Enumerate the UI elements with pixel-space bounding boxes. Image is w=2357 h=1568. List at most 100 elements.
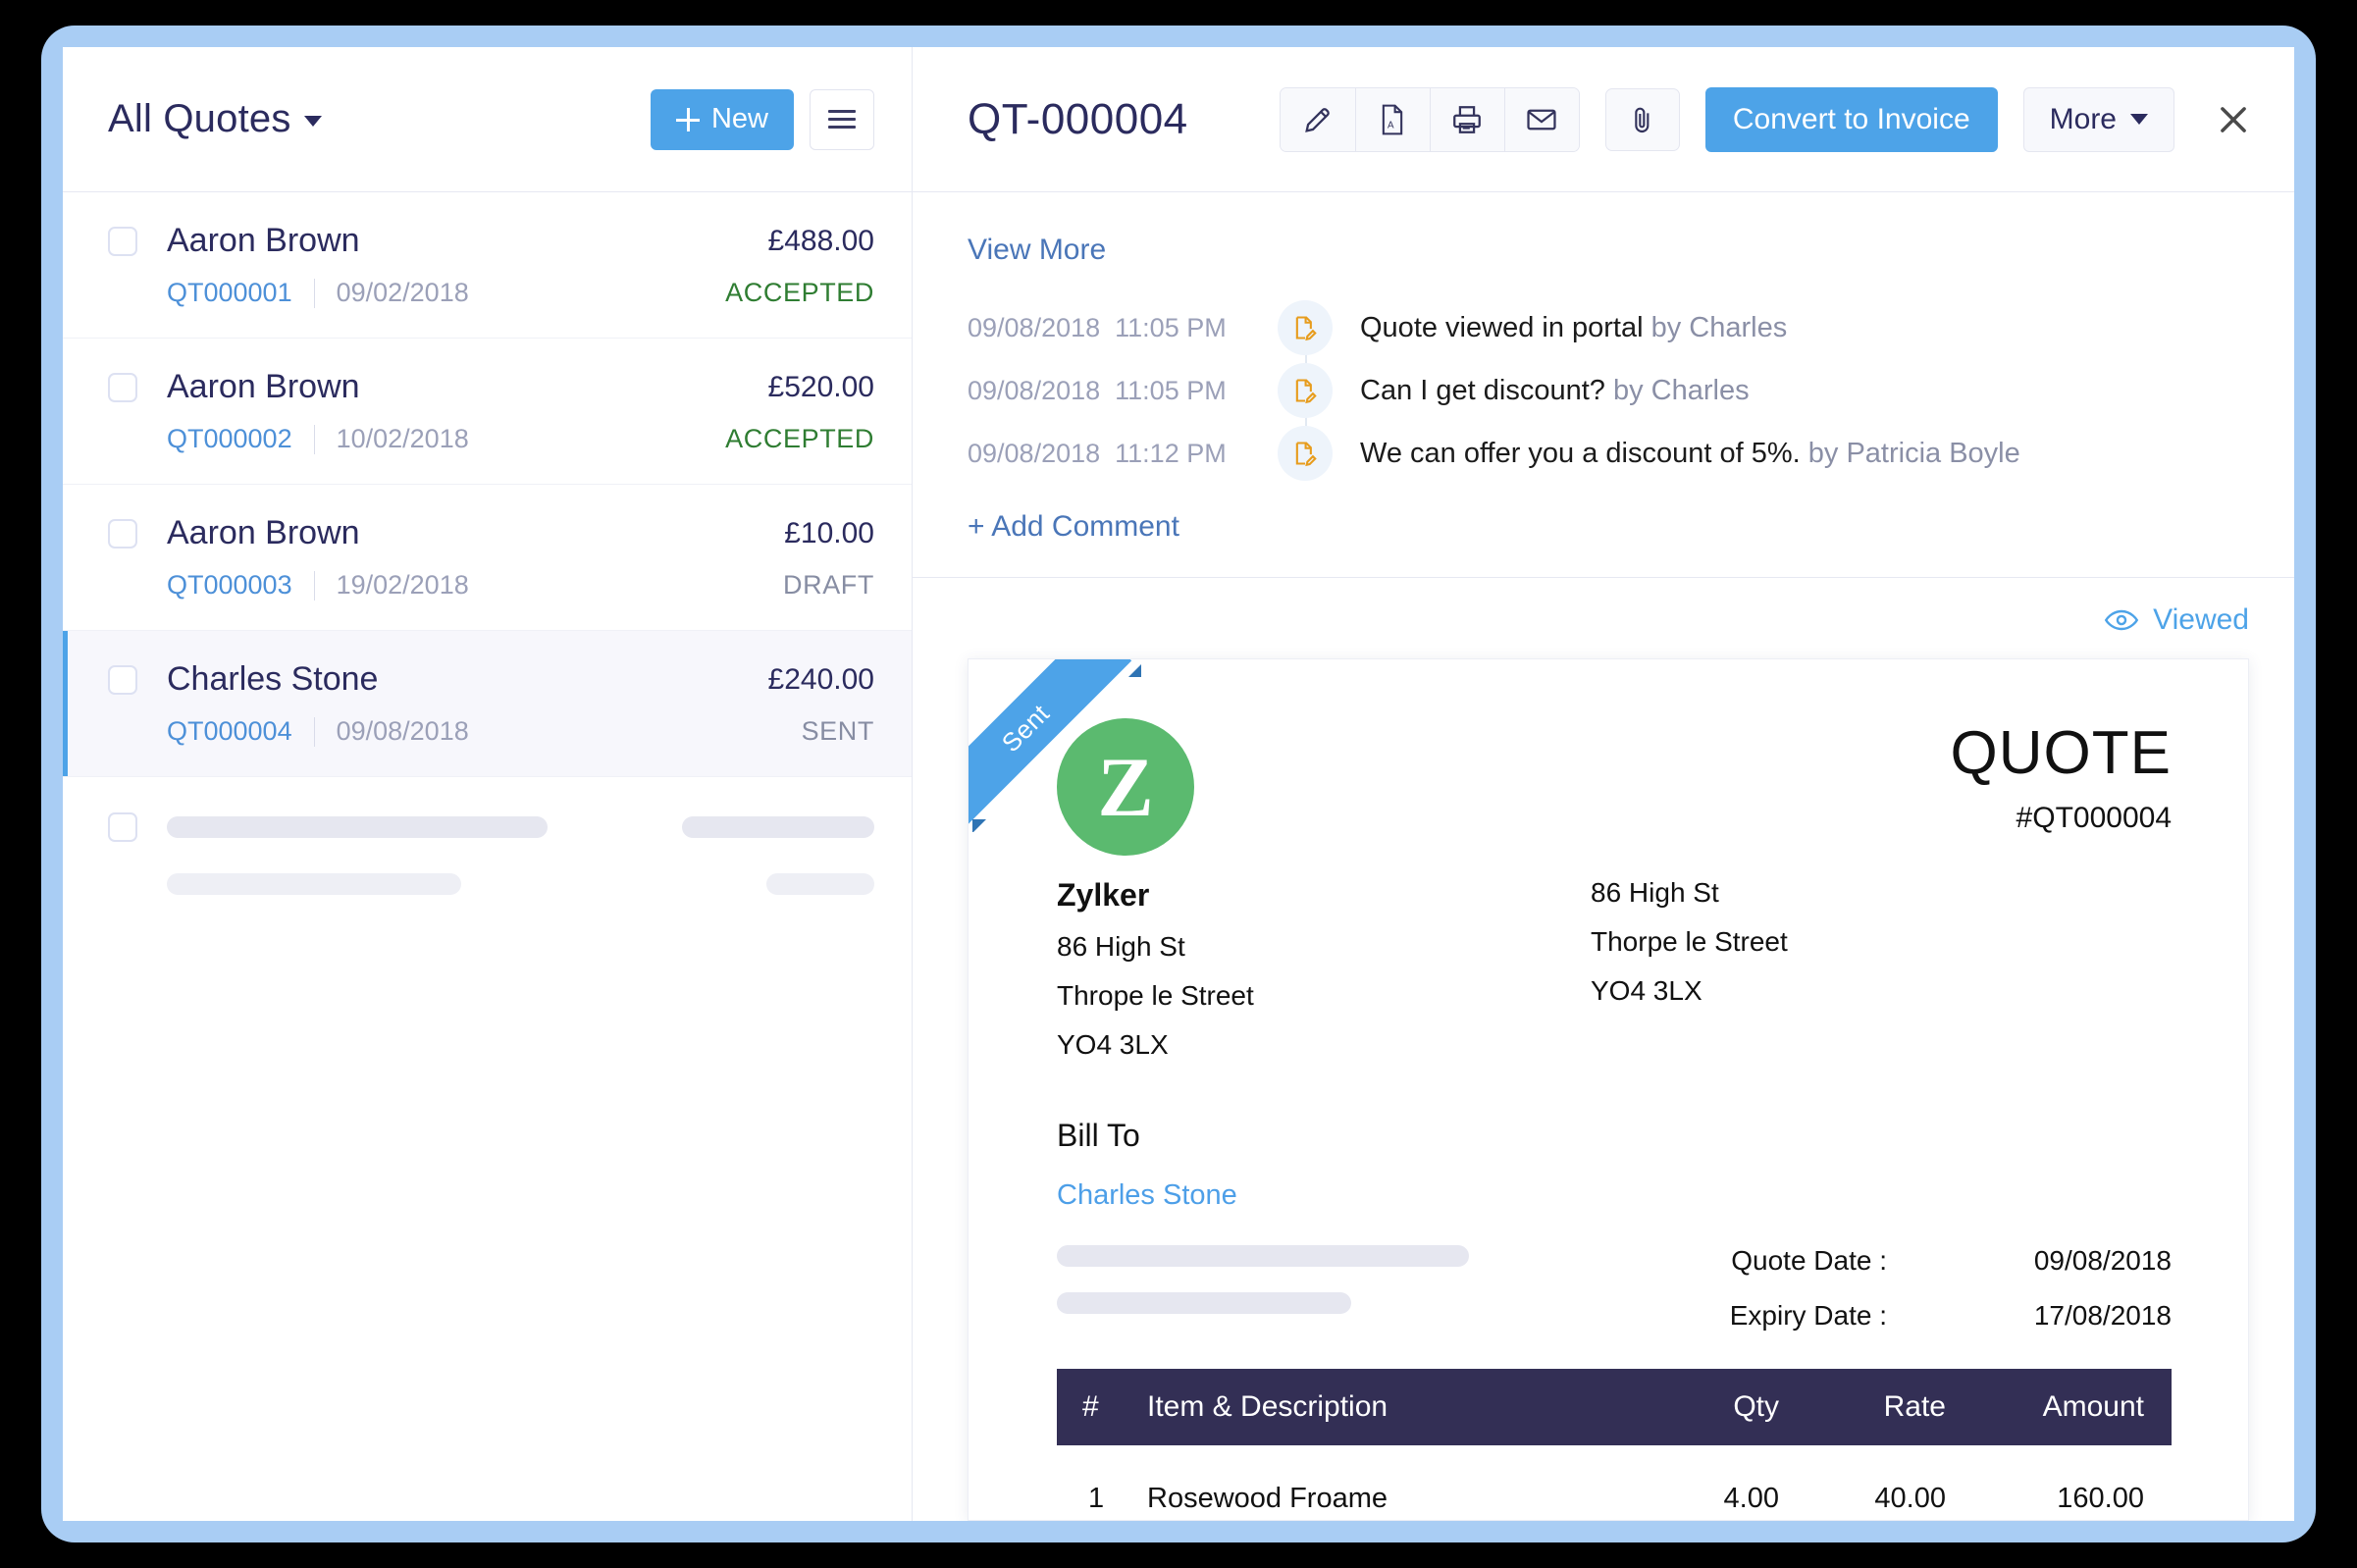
quote-number[interactable]: QT000002 <box>167 424 292 454</box>
row-checkbox[interactable] <box>108 812 137 842</box>
customer-name: Charles Stone <box>167 660 378 699</box>
row-checkbox[interactable] <box>108 373 137 402</box>
timeline-date: 09/08/2018 <box>968 313 1100 342</box>
date-value: 09/08/2018 <box>1887 1245 2172 1277</box>
quote-list-item[interactable]: Aaron Brown £10.00 QT000003 19/02/2018 D… <box>63 485 912 631</box>
row-checkbox[interactable] <box>108 227 137 256</box>
quote-dates: Quote Date : 09/08/2018 Expiry Date : 17… <box>1622 1245 2172 1355</box>
page-title: QT-000004 <box>968 95 1188 144</box>
dates-row: Quote Date : 09/08/2018 Expiry Date : 17… <box>1057 1245 2172 1355</box>
customer-name: Aaron Brown <box>167 514 360 552</box>
print-button[interactable] <box>1430 88 1504 151</box>
quote-list-item[interactable]: Aaron Brown £520.00 QT000002 10/02/2018 … <box>63 339 912 485</box>
viewed-label: Viewed <box>2153 603 2249 637</box>
status-badge: SENT <box>802 716 874 747</box>
quote-date: 09/08/2018 <box>337 716 469 747</box>
customer-name: Aaron Brown <box>167 368 360 406</box>
column-header-item: Item & Description <box>1147 1369 1612 1445</box>
org-name: Zylker <box>1057 877 1587 914</box>
line-items-table: # Item & Description Qty Rate Amount 1 R… <box>1057 1369 2172 1515</box>
timeline-bullet <box>1278 426 1333 481</box>
envelope-icon <box>1525 103 1558 136</box>
address-block: Zylker 86 High St Thrope le Street YO4 3… <box>1057 877 2172 1061</box>
pencil-icon <box>1301 103 1335 136</box>
sidebar-title: All Quotes <box>108 97 291 140</box>
sidebar-header: All Quotes New <box>63 47 912 192</box>
quote-amount: £240.00 <box>768 663 874 697</box>
edit-button[interactable] <box>1281 88 1355 151</box>
bill-to-label: Bill To <box>1057 1118 2172 1154</box>
timeline-date: 09/08/2018 <box>968 439 1100 468</box>
detail-toolbar: A <box>1280 87 2261 152</box>
table-row: 1 Rosewood Froame 4.00 40.00 160.00 <box>1057 1445 2172 1515</box>
quote-number[interactable]: QT000004 <box>167 716 292 747</box>
close-button[interactable] <box>2206 92 2261 147</box>
column-header-qty: Qty <box>1612 1369 1779 1445</box>
loading-placeholder-row <box>63 777 912 930</box>
timeline-text: We can offer you a discount of 5%. by Pa… <box>1360 438 2020 470</box>
note-edit-icon <box>1291 377 1319 404</box>
column-header-amount: Amount <box>1946 1369 2172 1445</box>
quote-date: 10/02/2018 <box>337 424 469 454</box>
note-edit-icon <box>1291 440 1319 467</box>
new-quote-button[interactable]: New <box>651 89 794 150</box>
quote-number[interactable]: QT000003 <box>167 570 292 601</box>
ribbon-fold <box>1128 663 1141 677</box>
view-more-link[interactable]: View More <box>913 234 1106 267</box>
column-header-index: # <box>1057 1369 1147 1445</box>
timeline-bullet <box>1278 300 1333 355</box>
quote-list-item-selected[interactable]: Charles Stone £240.00 QT000004 09/08/201… <box>63 631 912 777</box>
date-value: 17/08/2018 <box>1887 1300 2172 1332</box>
status-ribbon: Sent <box>969 659 1141 832</box>
timeline-text: Quote viewed in portal by Charles <box>1360 312 1787 344</box>
viewed-status-bar: Viewed <box>913 578 2294 658</box>
timeline-entry: 09/08/2018 11:05 PM Quote viewed in port… <box>913 296 2294 359</box>
quote-list-item[interactable]: Aaron Brown £488.00 QT000001 09/02/2018 … <box>63 192 912 339</box>
email-button[interactable] <box>1504 88 1579 151</box>
divider <box>314 717 315 747</box>
cell-description: Rosewood Froame <box>1147 1445 1612 1515</box>
customer-address-line: 86 High St <box>1591 877 1788 909</box>
skeleton-bar <box>1057 1245 1469 1267</box>
date-label: Expiry Date : <box>1622 1300 1887 1332</box>
quote-number[interactable]: QT000001 <box>167 278 292 308</box>
date-label: Quote Date : <box>1622 1245 1887 1277</box>
quote-date: 19/02/2018 <box>337 570 469 601</box>
more-button[interactable]: More <box>2023 87 2174 152</box>
row-checkbox[interactable] <box>108 519 137 549</box>
row-checkbox[interactable] <box>108 665 137 695</box>
divider <box>314 425 315 454</box>
timeline-entries: 09/08/2018 11:05 PM Quote viewed in port… <box>913 296 2294 485</box>
toolbar-icon-group: A <box>1280 87 1580 152</box>
pdf-button[interactable]: A <box>1355 88 1430 151</box>
close-icon <box>2215 101 2252 138</box>
plus-icon <box>676 108 700 131</box>
quotes-filter-dropdown[interactable]: All Quotes <box>108 97 322 141</box>
ribbon-fold <box>972 819 986 832</box>
timeline-time: 11:05 PM <box>1115 376 1227 405</box>
list-view-button[interactable] <box>810 89 874 150</box>
attachment-button[interactable] <box>1605 88 1680 151</box>
date-row: Quote Date : 09/08/2018 <box>1622 1245 2172 1277</box>
customer-address-line: YO4 3LX <box>1591 975 1788 1007</box>
window-frame: All Quotes New Aaron Brown £488.00 <box>41 26 2316 1542</box>
document-body: Z QUOTE #QT000004 Zylker 86 High St Thro… <box>969 659 2248 1515</box>
loading-placeholder <box>1057 1245 1469 1355</box>
convert-to-invoice-button[interactable]: Convert to Invoice <box>1705 87 1998 152</box>
bill-to-name[interactable]: Charles Stone <box>1057 1179 2172 1212</box>
quote-document-container: Sent Z QUOTE #QT000004 <box>913 658 2294 1521</box>
skeleton-bar <box>682 816 874 838</box>
app-card: All Quotes New Aaron Brown £488.00 <box>63 47 2294 1521</box>
detail-header: QT-000004 A <box>913 47 2294 192</box>
customer-address-line: Thorpe le Street <box>1591 926 1788 958</box>
quote-amount: £488.00 <box>768 225 874 258</box>
timeline-time: 11:05 PM <box>1115 313 1227 342</box>
more-label: More <box>2050 103 2117 136</box>
column-header-rate: Rate <box>1779 1369 1946 1445</box>
divider <box>314 279 315 308</box>
timeline-message: We can offer you a discount of 5%. <box>1360 438 1801 469</box>
pdf-file-icon: A <box>1377 103 1408 136</box>
printer-icon <box>1450 103 1484 136</box>
add-comment-link[interactable]: + Add Comment <box>913 510 1179 544</box>
ribbon-label: Sent <box>969 659 1131 832</box>
